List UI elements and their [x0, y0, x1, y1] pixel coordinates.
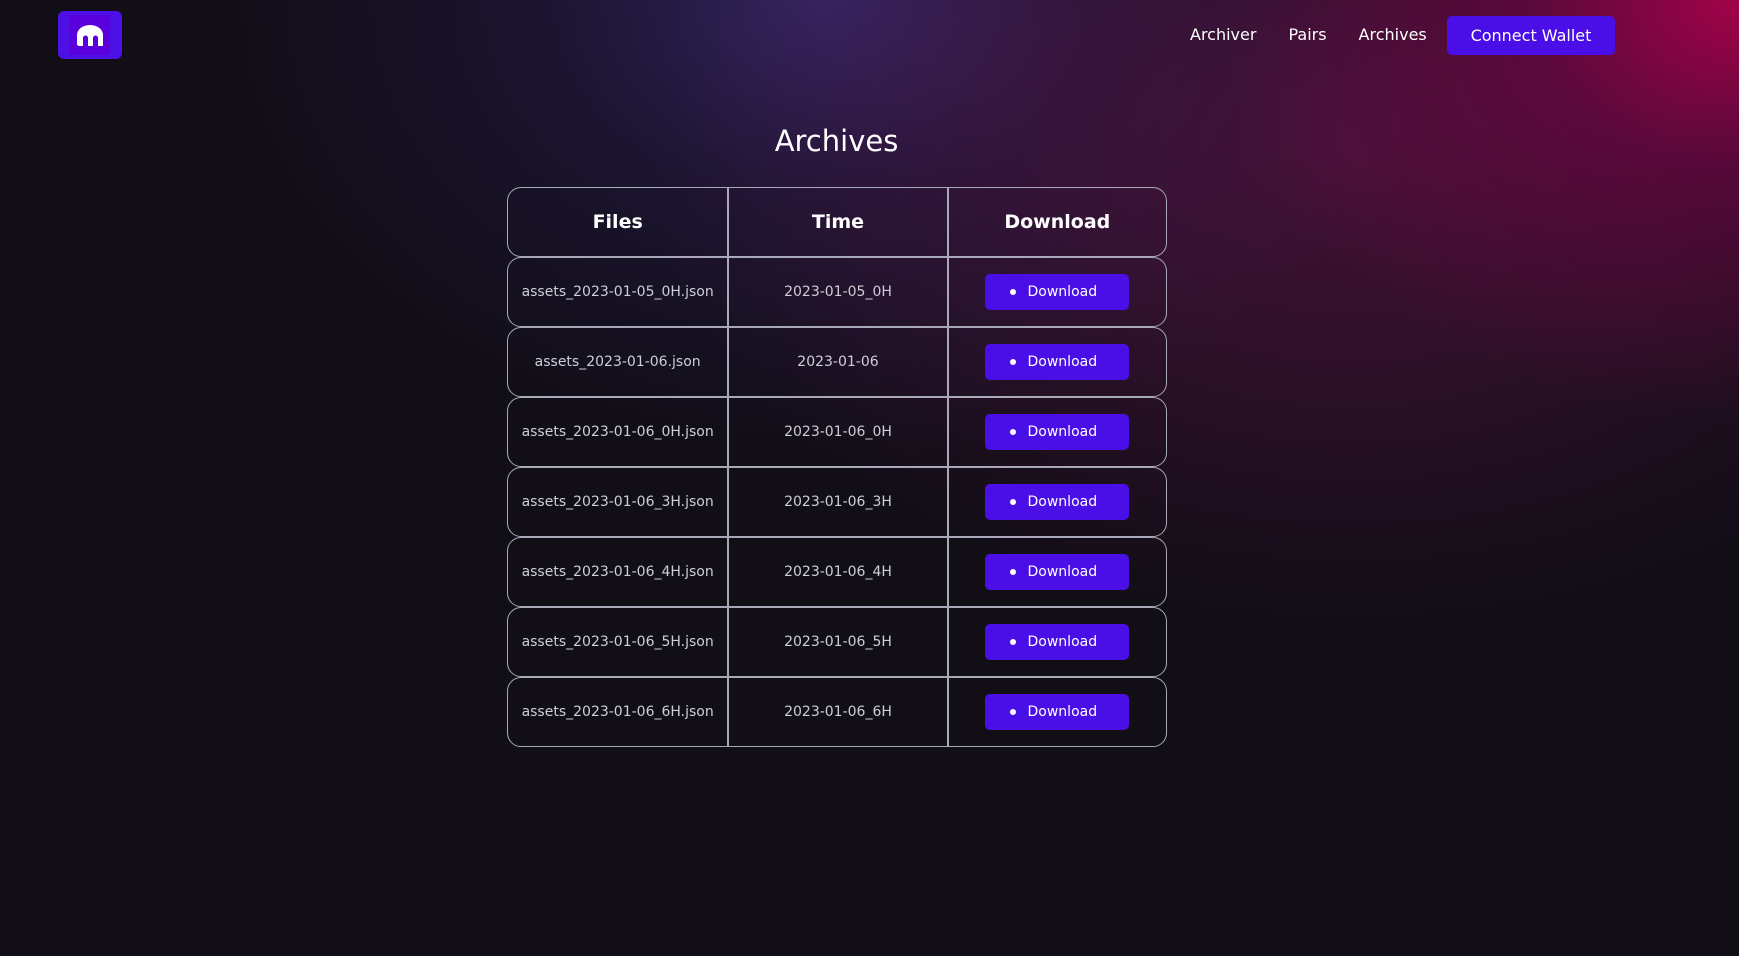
- bullet-icon: [1009, 569, 1016, 575]
- bullet-icon: [1009, 639, 1016, 645]
- download-cell: Download: [946, 328, 1166, 396]
- time-cell: 2023-01-06_5H: [727, 608, 946, 676]
- bullet-icon: [1009, 499, 1016, 505]
- connect-wallet-button[interactable]: Connect Wallet: [1447, 16, 1615, 55]
- download-button[interactable]: Download: [985, 554, 1130, 590]
- file-name-cell: assets_2023-01-06_4H.json: [521, 564, 714, 580]
- time-cell: 2023-01-06: [727, 328, 946, 396]
- bullet-icon: [1009, 709, 1016, 715]
- download-button[interactable]: Download: [985, 414, 1130, 450]
- download-button-label: Download: [1027, 634, 1098, 650]
- table-row: assets_2023-01-06_4H.json 2023-01-06_4H …: [507, 537, 1167, 607]
- download-button[interactable]: Download: [985, 624, 1130, 660]
- bullet-icon: [1009, 289, 1016, 295]
- download-button[interactable]: Download: [985, 274, 1130, 310]
- column-header-time: Time: [727, 188, 946, 256]
- table-header-row: Files Time Download: [507, 187, 1167, 257]
- time-cell: 2023-01-05_0H: [727, 258, 946, 326]
- bullet-icon: [1009, 429, 1016, 435]
- home-logo[interactable]: [58, 11, 122, 59]
- download-button[interactable]: Download: [985, 694, 1130, 730]
- page-title: Archives: [774, 124, 899, 158]
- file-name-cell: assets_2023-01-05_0H.json: [521, 284, 714, 300]
- column-header-download: Download: [946, 188, 1166, 256]
- download-cell: Download: [946, 608, 1166, 676]
- download-button-label: Download: [1027, 704, 1098, 720]
- file-name-cell: assets_2023-01-06_0H.json: [521, 424, 714, 440]
- download-button-label: Download: [1027, 494, 1098, 510]
- table-row: assets_2023-01-06_5H.json 2023-01-06_5H …: [507, 607, 1167, 677]
- column-header-files: Files: [592, 211, 643, 233]
- table-row: assets_2023-01-06_3H.json 2023-01-06_3H …: [507, 467, 1167, 537]
- file-name-cell: assets_2023-01-06_5H.json: [521, 634, 714, 650]
- time-cell: 2023-01-06_0H: [727, 398, 946, 466]
- download-button[interactable]: Download: [985, 484, 1130, 520]
- file-name-cell: assets_2023-01-06.json: [534, 354, 701, 370]
- download-cell: Download: [946, 398, 1166, 466]
- download-cell: Download: [946, 678, 1166, 746]
- nav-pairs-link[interactable]: Pairs: [1288, 25, 1326, 44]
- download-cell: Download: [946, 258, 1166, 326]
- file-name-cell: assets_2023-01-06_6H.json: [521, 704, 714, 720]
- table-row: assets_2023-01-06_6H.json 2023-01-06_6H …: [507, 677, 1167, 747]
- time-cell: 2023-01-06_6H: [727, 678, 946, 746]
- time-cell: 2023-01-06_4H: [727, 538, 946, 606]
- table-row: assets_2023-01-06_0H.json 2023-01-06_0H …: [507, 397, 1167, 467]
- kraken-logo-icon: [70, 15, 110, 55]
- download-button[interactable]: Download: [985, 344, 1130, 380]
- download-button-label: Download: [1027, 354, 1098, 370]
- table-row: assets_2023-01-06.json 2023-01-06 Downlo…: [507, 327, 1167, 397]
- download-button-label: Download: [1027, 424, 1098, 440]
- table-row: assets_2023-01-05_0H.json 2023-01-05_0H …: [507, 257, 1167, 327]
- nav-archiver-link[interactable]: Archiver: [1190, 25, 1256, 44]
- download-cell: Download: [946, 538, 1166, 606]
- bullet-icon: [1009, 359, 1016, 365]
- download-cell: Download: [946, 468, 1166, 536]
- file-name-cell: assets_2023-01-06_3H.json: [521, 494, 714, 510]
- top-nav: Archiver Pairs Archives: [1190, 14, 1459, 54]
- download-button-label: Download: [1027, 564, 1098, 580]
- download-button-label: Download: [1027, 284, 1098, 300]
- time-cell: 2023-01-06_3H: [727, 468, 946, 536]
- archives-table: Files Time Download assets_2023-01-05_0H…: [507, 187, 1167, 747]
- nav-archives-link[interactable]: Archives: [1359, 25, 1427, 44]
